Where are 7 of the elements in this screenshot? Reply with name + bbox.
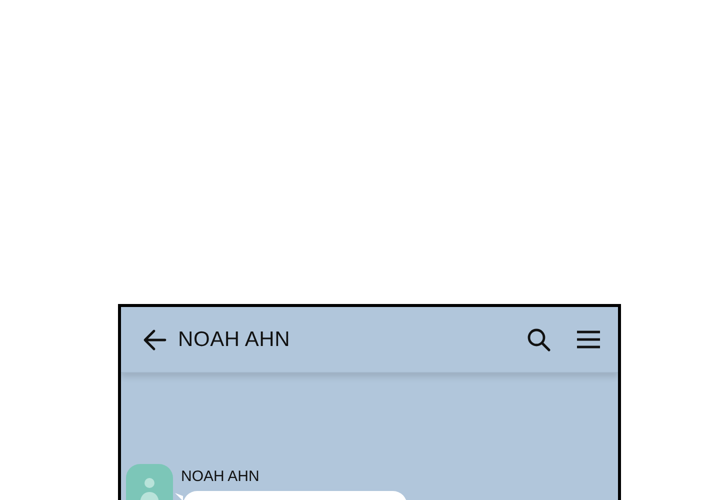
- bubble-tail-icon: [175, 493, 183, 500]
- avatar-icon: [126, 464, 173, 500]
- search-icon[interactable]: [527, 328, 551, 352]
- back-icon[interactable]: [143, 328, 167, 350]
- sender-name: NOAH AHN: [181, 469, 260, 485]
- chat-title: NOAH AHN: [178, 326, 290, 353]
- menu-icon[interactable]: [577, 330, 600, 349]
